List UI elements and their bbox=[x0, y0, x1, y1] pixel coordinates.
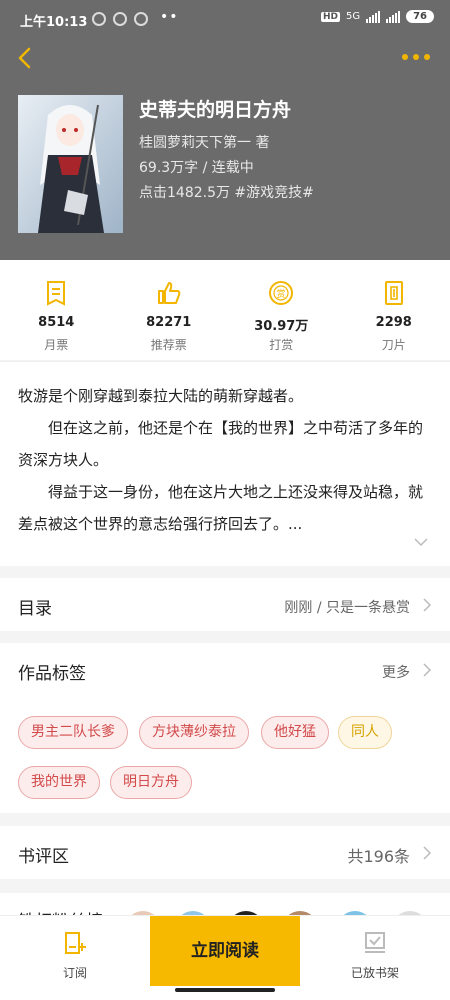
book-clicks-genre: 点击1482.5万 #游戏竞技# bbox=[139, 185, 314, 201]
book-synopsis[interactable]: 牧游是个刚穿越到泰拉大陆的萌新穿越者。 但在这之前，他还是个在【我的世界】之中苟… bbox=[0, 361, 450, 566]
stat-reward[interactable]: 赏 30.97万 打赏 bbox=[225, 260, 338, 360]
tag-chip[interactable]: 我的世界 bbox=[18, 766, 100, 799]
stat-blade[interactable]: 2298 刀片 bbox=[338, 260, 450, 360]
svg-text:赏: 赏 bbox=[277, 288, 286, 300]
signal-icon bbox=[366, 10, 381, 23]
hd-badge: HD bbox=[320, 11, 340, 22]
book-title: 史蒂夫的明日方舟 bbox=[139, 99, 292, 121]
reward-coin-icon: 赏 bbox=[269, 281, 294, 305]
stat-value: 82271 bbox=[146, 315, 192, 330]
reviews-row[interactable]: 书评区 共196条 bbox=[0, 826, 450, 879]
stat-label: 月票 bbox=[44, 338, 69, 352]
stat-value: 2298 bbox=[375, 315, 412, 330]
notification-icon bbox=[113, 12, 127, 26]
read-now-button[interactable]: 立即阅读 bbox=[150, 916, 300, 986]
blade-icon bbox=[384, 281, 403, 305]
tag-chip[interactable]: 他好猛 bbox=[261, 716, 329, 749]
stat-recommend[interactable]: 82271 推荐票 bbox=[113, 260, 226, 360]
signal-icon bbox=[386, 10, 401, 23]
monthly-ticket-icon bbox=[47, 281, 66, 306]
stat-monthly-ticket[interactable]: 8514 月票 bbox=[0, 260, 113, 360]
status-time: 上午10:13 bbox=[20, 15, 88, 30]
notification-icon bbox=[92, 12, 106, 26]
tag-chip[interactable]: 男主二队长爹 bbox=[18, 716, 128, 749]
reviews-label: 书评区 bbox=[18, 847, 69, 867]
notification-icon bbox=[134, 12, 148, 26]
book-cover[interactable] bbox=[18, 95, 123, 233]
chevron-right-icon bbox=[423, 598, 432, 612]
back-arrow-icon[interactable] bbox=[14, 46, 38, 70]
stats-bar: 8514 月票 82271 推荐票 赏 30.97万 打赏 2298 刀片 bbox=[0, 260, 450, 360]
tag-chip[interactable]: 同人 bbox=[338, 716, 392, 749]
reviews-count: 共196条 bbox=[347, 847, 410, 866]
book-header: 上午10:13 •• HD 5G 76 史蒂夫的明日方舟 桂圆萝莉天下第一 著 … bbox=[0, 0, 450, 260]
thumbs-up-icon bbox=[157, 282, 181, 304]
on-shelf-button[interactable]: 已放书架 bbox=[300, 916, 450, 1000]
stat-label: 刀片 bbox=[381, 338, 406, 352]
subscribe-button[interactable]: 订阅 bbox=[0, 916, 150, 1000]
toc-label: 目录 bbox=[18, 599, 52, 619]
chevron-right-icon[interactable] bbox=[422, 662, 432, 678]
tags-section-title: 作品标签 bbox=[18, 664, 86, 684]
stat-value: 8514 bbox=[38, 315, 75, 330]
home-indicator[interactable] bbox=[175, 988, 275, 992]
tags-more-link[interactable]: 更多 bbox=[382, 662, 410, 682]
stat-label: 打赏 bbox=[269, 338, 294, 352]
status-bar: 上午10:13 •• HD 5G 76 bbox=[0, 0, 450, 38]
chevron-down-icon[interactable] bbox=[414, 538, 428, 547]
battery-indicator: 76 bbox=[406, 10, 434, 23]
subscribe-icon bbox=[65, 932, 86, 954]
subscribe-label: 订阅 bbox=[62, 966, 87, 980]
bookshelf-check-icon bbox=[365, 932, 385, 953]
toc-row[interactable]: 目录 刚刚 / 只是一条悬赏 bbox=[0, 578, 450, 631]
book-detail-page: 上午10:13 •• HD 5G 76 史蒂夫的明日方舟 桂圆萝莉天下第一 著 … bbox=[0, 0, 450, 1000]
network-label: 5G bbox=[345, 11, 361, 22]
more-options-icon[interactable] bbox=[402, 54, 430, 60]
stat-label: 推荐票 bbox=[150, 338, 187, 352]
book-author[interactable]: 桂圆萝莉天下第一 著 bbox=[139, 132, 269, 152]
book-word-count: 69.3万字 / 连载中 bbox=[139, 160, 254, 176]
synopsis-paragraph: 牧游是个刚穿越到泰拉大陆的萌新穿越者。 bbox=[18, 387, 304, 405]
synopsis-paragraph: 得益于这一身份，他在这片大地之上还没来得及站稳，就差点被这个世界的意志给强行挤回… bbox=[18, 483, 424, 533]
more-notifications-icon: •• bbox=[160, 9, 179, 25]
tag-chip[interactable]: 明日方舟 bbox=[110, 766, 192, 799]
stat-value: 30.97万 bbox=[254, 319, 309, 334]
tag-chip[interactable]: 方块薄纱泰拉 bbox=[139, 716, 249, 749]
toc-latest-chapter: 刚刚 / 只是一条悬赏 bbox=[284, 600, 410, 616]
chevron-right-icon bbox=[423, 846, 432, 860]
synopsis-paragraph: 但在这之前，他还是个在【我的世界】之中苟活了多年的资深方块人。 bbox=[18, 419, 424, 469]
on-shelf-label: 已放书架 bbox=[350, 966, 399, 980]
